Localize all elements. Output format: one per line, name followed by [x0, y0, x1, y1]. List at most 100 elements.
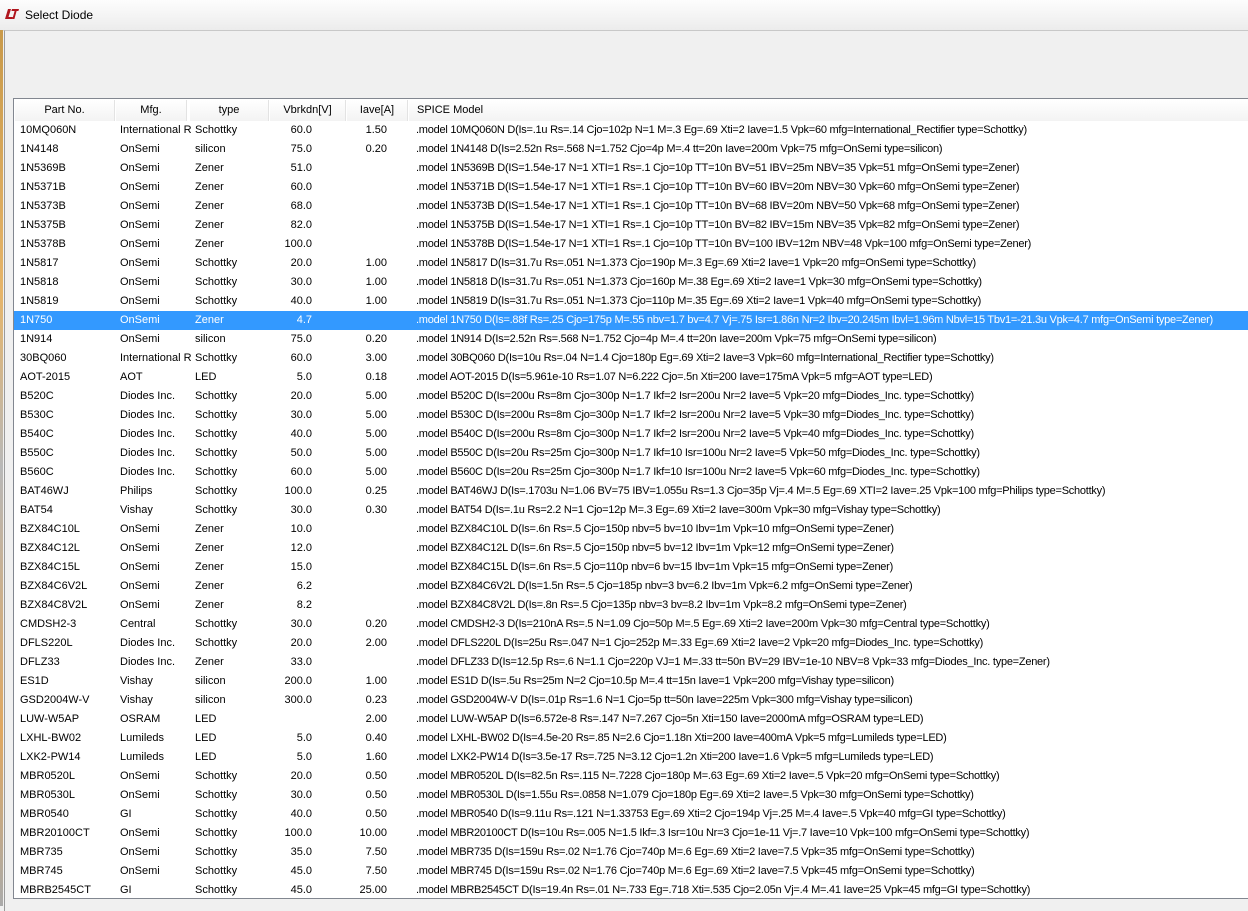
cell-iave: 0.40	[365, 732, 387, 744]
cell-spice-model: .model BZX84C10L D(Is=.6n Rs=.5 Cjo=150p…	[416, 523, 894, 535]
cell-spice-model: .model 1N5819 D(Is=31.7u Rs=.051 N=1.373…	[416, 295, 982, 307]
table-row[interactable]: 1N5818 OnSemi Schottky 30.0 1.00 .model 1N581…	[14, 273, 1248, 292]
cell-type: Schottky	[195, 295, 238, 307]
cell-mfg: Diodes Inc.	[120, 428, 176, 440]
column-header-type[interactable]: type	[190, 100, 269, 121]
table-row[interactable]: MBR0530L OnSemi Schottky 30.0 0.50 .model MBR…	[14, 786, 1248, 805]
cell-vbrkdn: 40.0	[290, 295, 312, 307]
table-row[interactable]: 1N5369B OnSemi Zener 51.0 .model 1N5369B D(I…	[14, 159, 1248, 178]
table-row[interactable]: MBR0540 GI Schottky 40.0 0.50 .model MBR0540 …	[14, 805, 1248, 824]
cell-mfg: OnSemi	[120, 561, 160, 573]
cell-vbrkdn: 30.0	[290, 276, 312, 288]
table-row[interactable]: MBR735 OnSemi Schottky 35.0 7.50 .model MBR73…	[14, 843, 1248, 862]
cell-type: Schottky	[195, 846, 238, 858]
cell-vbrkdn: 75.0	[290, 143, 312, 155]
table-row[interactable]: B530C Diodes Inc. Schottky 30.0 5.00 .model B…	[14, 406, 1248, 425]
cell-part-no: MBR0530L	[20, 789, 76, 801]
table-row[interactable]: ES1D Vishay silicon 200.0 1.00 .model ES1D D(…	[14, 672, 1248, 691]
table-row[interactable]: LUW-W5AP OSRAM LED 2.00 .model LUW-W5AP D(Is…	[14, 710, 1248, 729]
cell-type: Schottky	[195, 789, 238, 801]
table-row[interactable]: MBR20100CT OnSemi Schottky 100.0 10.00 .model…	[14, 824, 1248, 843]
cell-part-no: DFLS220L	[20, 637, 73, 649]
table-row[interactable]: 1N5817 OnSemi Schottky 20.0 1.00 .model 1N581…	[14, 254, 1248, 273]
table-row[interactable]: 1N5819 OnSemi Schottky 40.0 1.00 .model 1N581…	[14, 292, 1248, 311]
cell-part-no: BZX84C10L	[20, 523, 80, 535]
table-row[interactable]: MBRB2545CT GI Schottky 45.0 25.00 .model MBRB…	[14, 881, 1248, 898]
table-row[interactable]: BZX84C12L OnSemi Zener 12.0 .model BZX84C12L…	[14, 539, 1248, 558]
cell-iave: 5.00	[365, 409, 387, 421]
cell-mfg: Vishay	[120, 504, 153, 516]
cell-spice-model: .model CMDSH2-3 D(Is=210nA Rs=.5 N=1.09 …	[416, 618, 990, 630]
cell-type: LED	[195, 371, 217, 383]
column-header-vbrkdn[interactable]: Vbrkdn[V]	[270, 100, 346, 121]
table-row[interactable]: CMDSH2-3 Central Schottky 30.0 0.20 .model CM…	[14, 615, 1248, 634]
cell-type: silicon	[195, 143, 226, 155]
cell-spice-model: .model B520C D(Is=200u Rs=8m Cjo=300p N=…	[416, 390, 974, 402]
table-row[interactable]: BZX84C8V2L OnSemi Zener 8.2 .model BZX84C8V2…	[14, 596, 1248, 615]
cell-spice-model: .model BAT46WJ D(Is=.1703u N=1.06 BV=75 …	[416, 485, 1106, 497]
table-row[interactable]: BZX84C10L OnSemi Zener 10.0 .model BZX84C10L…	[14, 520, 1248, 539]
cell-type: silicon	[195, 333, 226, 345]
cell-spice-model: .model DFLS220L D(Is=25u Rs=.047 N=1 Cjo…	[416, 637, 984, 649]
column-header-mfg[interactable]: Mfg.	[116, 100, 187, 121]
cell-type: Zener	[195, 599, 224, 611]
cell-mfg: OnSemi	[120, 238, 160, 250]
cell-spice-model: .model B540C D(Is=200u Rs=8m Cjo=300p N=…	[416, 428, 974, 440]
cell-vbrkdn: 5.0	[296, 751, 312, 763]
column-header-iave[interactable]: Iave[A]	[347, 100, 408, 121]
cell-iave: 1.00	[365, 295, 387, 307]
table-row[interactable]: 10MQ060N International R Schottky 60.0 1.50.…	[14, 121, 1248, 140]
table-row[interactable]: AOT-2015 AOT LED 5.0 0.18 .model AOT-2015 D(I…	[14, 368, 1248, 387]
table-row[interactable]: 1N5375B OnSemi Zener 82.0 .model 1N5375B D(I…	[14, 216, 1248, 235]
table-row[interactable]: 1N5371B OnSemi Zener 60.0 .model 1N5371B D(I…	[14, 178, 1248, 197]
cell-vbrkdn: 30.0	[290, 618, 312, 630]
table-row[interactable]: BAT54 Vishay Schottky 30.0 0.30 .model BAT54 …	[14, 501, 1248, 520]
cell-part-no: B560C	[20, 466, 54, 478]
table-row[interactable]: GSD2004W-V Vishay silicon 300.0 0.23 .model G…	[14, 691, 1248, 710]
cell-iave: 1.60	[365, 751, 387, 763]
table-row[interactable]: 1N5373B OnSemi Zener 68.0 .model 1N5373B D(I…	[14, 197, 1248, 216]
ltspice-logo-icon	[5, 9, 19, 19]
table-row[interactable]: DFLS220L Diodes Inc. Schottky 20.0 2.00 .mode…	[14, 634, 1248, 653]
table-row[interactable]: LXK2-PW14 Lumileds LED 5.0 1.60 .model LXK2-P…	[14, 748, 1248, 767]
cell-vbrkdn: 40.0	[290, 428, 312, 440]
cell-type: Zener	[195, 181, 224, 193]
cell-spice-model: .model ES1D D(Is=.5u Rs=25m N=2 Cjo=10.5…	[416, 675, 894, 687]
cell-mfg: OnSemi	[120, 295, 160, 307]
table-row[interactable]: BAT46WJ Philips Schottky 100.0 0.25 .model BA…	[14, 482, 1248, 501]
table-row[interactable]: B520C Diodes Inc. Schottky 20.0 5.00 .model B…	[14, 387, 1248, 406]
column-header-part-no[interactable]: Part No.	[15, 100, 115, 121]
diode-list[interactable]: Part No. Mfg. type Vbrkdn[V] Iave[A] SPI…	[13, 98, 1248, 899]
column-header-spice-model[interactable]: SPICE Model	[409, 100, 1248, 121]
cell-iave: 3.00	[365, 352, 387, 364]
cell-part-no: B550C	[20, 447, 54, 459]
table-row[interactable]: 30BQ060 International R Schottky 60.0 3.00 .m…	[14, 349, 1248, 368]
table-row[interactable]: B550C Diodes Inc. Schottky 50.0 5.00 .model B…	[14, 444, 1248, 463]
cell-part-no: MBR735	[20, 846, 63, 858]
cell-iave: 1.00	[365, 675, 387, 687]
cell-type: Zener	[195, 542, 224, 554]
table-row[interactable]: DFLZ33 Diodes Inc. Zener 33.0 .model DFLZ33 …	[14, 653, 1248, 672]
cell-iave: 0.30	[365, 504, 387, 516]
cell-vbrkdn: 60.0	[290, 124, 312, 136]
table-row[interactable]: B540C Diodes Inc. Schottky 40.0 5.00 .model B…	[14, 425, 1248, 444]
cell-mfg: OnSemi	[120, 143, 160, 155]
cell-vbrkdn: 4.7	[296, 314, 312, 326]
table-row[interactable]: 1N4148 OnSemi silicon 75.0 0.20 .model 1N4148…	[14, 140, 1248, 159]
cell-type: Schottky	[195, 884, 238, 896]
cell-mfg: OnSemi	[120, 200, 160, 212]
table-row[interactable]: B560C Diodes Inc. Schottky 60.0 5.00 .model B…	[14, 463, 1248, 482]
cell-vbrkdn: 51.0	[290, 162, 312, 174]
table-row[interactable]: LXHL-BW02 Lumileds LED 5.0 0.40 .model LXHL-B…	[14, 729, 1248, 748]
table-row[interactable]: MBR745 OnSemi Schottky 45.0 7.50 .model MBR74…	[14, 862, 1248, 881]
cell-vbrkdn: 60.0	[290, 181, 312, 193]
cell-part-no: 1N5819	[20, 295, 59, 307]
cell-mfg: GI	[120, 808, 132, 820]
table-row[interactable]: MBR0520L OnSemi Schottky 20.0 0.50 .model MBR…	[14, 767, 1248, 786]
table-row[interactable]: BZX84C15L OnSemi Zener 15.0 .model BZX84C15L…	[14, 558, 1248, 577]
table-row[interactable]: BZX84C6V2L OnSemi Zener 6.2 .model BZX84C6V2…	[14, 577, 1248, 596]
table-row[interactable]: 1N5378B OnSemi Zener 100.0 .model 1N5378B D(…	[14, 235, 1248, 254]
table-row[interactable]: 1N914 OnSemi silicon 75.0 0.20 .model 1N914 D…	[14, 330, 1248, 349]
table-row[interactable]: 1N750 OnSemi Zener 4.7 .model 1N750 D(Is=.88…	[14, 311, 1248, 330]
cell-type: Schottky	[195, 637, 238, 649]
